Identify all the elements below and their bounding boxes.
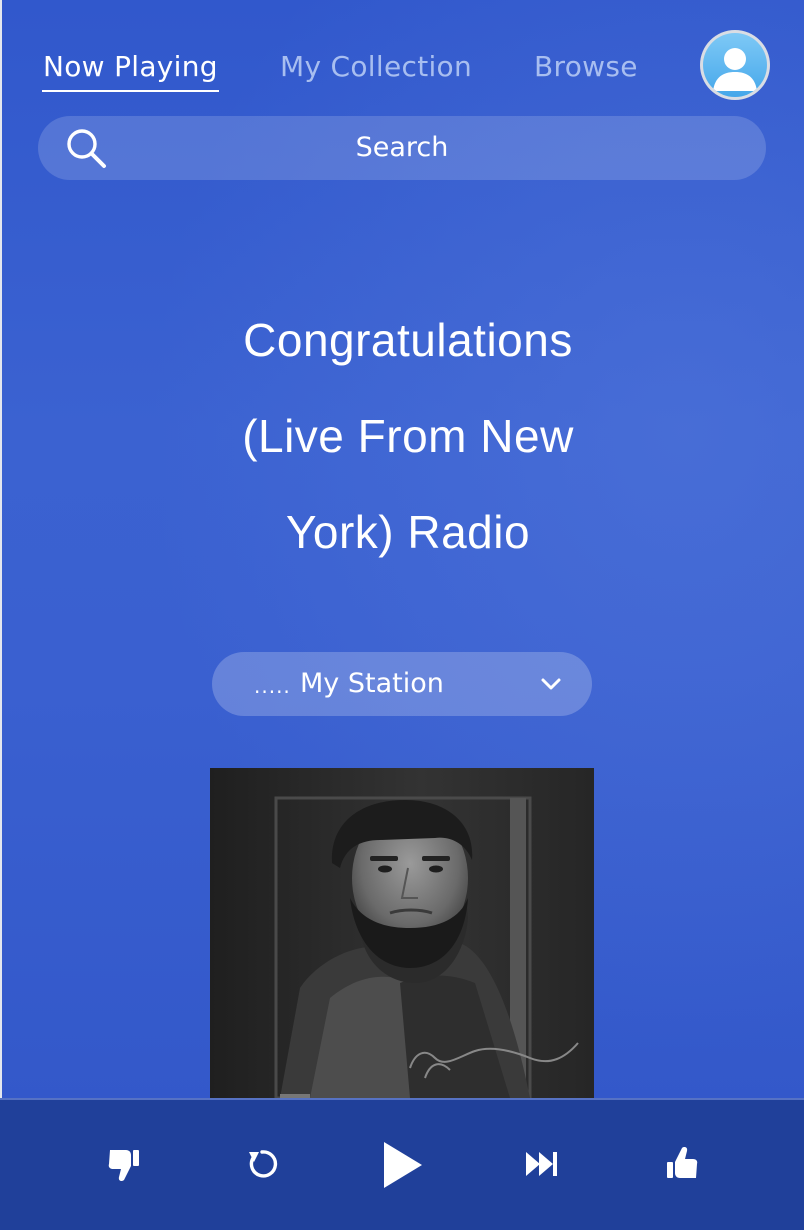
search-icon [64,126,108,170]
station-selector-label: My Station [300,668,444,699]
tab-browse-label: Browse [534,50,638,83]
search-input[interactable] [38,116,766,180]
chevron-down-icon [538,674,564,694]
tab-browse[interactable]: Browse [534,50,638,84]
play-icon [384,1142,422,1188]
thumbs-up-icon [667,1147,698,1178]
user-avatar-button[interactable] [700,30,770,100]
skip-forward-icon [526,1152,557,1176]
station-dots: ..... [254,674,291,698]
app-root: Now Playing My Collection Browse Search [0,0,804,1230]
album-art [210,768,594,1098]
tab-my-collection[interactable]: My Collection [280,50,472,84]
thumbs-up-button[interactable] [664,1144,702,1184]
tab-now-playing[interactable]: Now Playing [42,50,219,92]
station-title-line: Congratulations [243,314,573,366]
player-bar [0,1098,804,1230]
tab-now-playing-label: Now Playing [43,50,218,83]
replay-button[interactable] [244,1146,280,1182]
replay-icon [249,1150,278,1178]
top-nav: Now Playing My Collection Browse [0,0,804,110]
station-title: Congratulations (Live From New York) Rad… [120,292,696,580]
skip-forward-button[interactable] [524,1150,560,1178]
play-button[interactable] [380,1140,424,1190]
thumbs-down-icon [108,1150,139,1181]
active-tab-indicator [42,90,219,92]
tab-my-collection-label: My Collection [280,50,473,83]
thumbs-down-button[interactable] [104,1144,142,1184]
station-title-line: York) Radio [285,506,531,558]
user-avatar-icon [703,33,767,97]
station-title-line: (Live From New [242,410,574,462]
station-selector[interactable]: ..... My Station [212,652,592,716]
window-edge [0,0,2,1230]
